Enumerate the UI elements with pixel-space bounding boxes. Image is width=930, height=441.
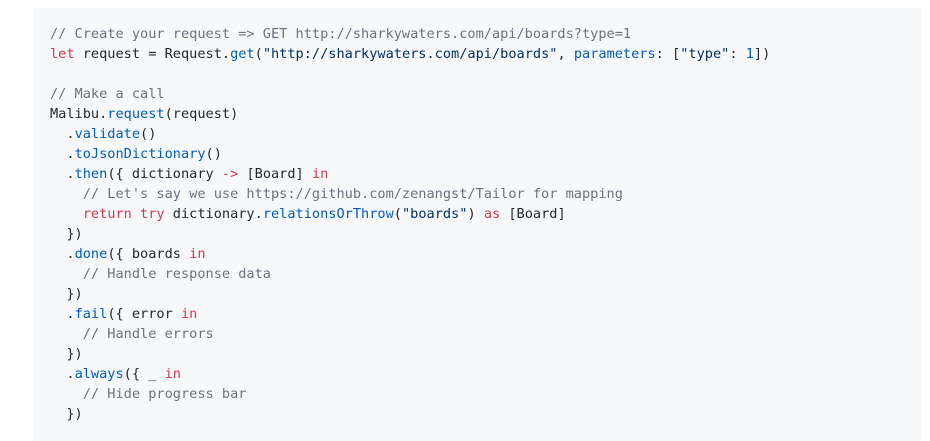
code-text: ({ dictionary (107, 166, 222, 182)
code-line: .toJsonDictionary() (50, 144, 922, 164)
code-text: () (205, 146, 222, 162)
code-text: Malibu. (50, 106, 108, 122)
code-comment: // Handle response data (82, 266, 271, 282)
code-function: 1 (745, 46, 754, 62)
code-line: .validate() (50, 124, 922, 144)
code-text: . (50, 126, 75, 142)
code-line: let request = Request.get("http://sharky… (50, 44, 922, 64)
code-keyword: -> (221, 166, 239, 182)
code-line: // Handle response data (50, 264, 922, 284)
code-text: request = Request. (74, 46, 231, 62)
code-function: request (107, 106, 165, 122)
code-keyword: in (164, 366, 181, 382)
code-line: }) (50, 404, 922, 424)
code-line: }) (50, 284, 922, 304)
code-keyword: in (180, 306, 198, 322)
code-text: dictionary. (164, 206, 263, 222)
code-line: .fail({ error in (50, 304, 922, 324)
code-string: "type" (680, 46, 730, 62)
code-function: fail (74, 306, 108, 322)
code-text: ( (254, 46, 263, 62)
code-line: .then({ dictionary -> [Board] in (50, 164, 922, 184)
code-text: . (50, 146, 75, 162)
code-line: return try dictionary.relationsOrThrow("… (50, 204, 922, 224)
code-text: () (140, 126, 157, 142)
code-function: validate (74, 126, 141, 142)
code-text: ) (467, 206, 484, 222)
code-keyword: return try (82, 206, 165, 222)
code-comment: // Handle errors (82, 326, 214, 342)
code-line: .always({ _ in (50, 364, 922, 384)
code-keyword: in (189, 246, 206, 262)
code-line: // Let's say we use https://github.com/z… (50, 184, 922, 204)
code-function: relationsOrThrow (262, 206, 394, 222)
code-line: // Make a call (50, 84, 922, 104)
code-text: , (557, 46, 574, 62)
code-function: then (74, 166, 108, 182)
code-text: }) (50, 286, 83, 302)
code-line: }) (50, 224, 922, 244)
code-text: ({ _ (123, 366, 165, 382)
code-function: parameters (573, 46, 656, 62)
code-text: : (729, 46, 746, 62)
code-comment: // Let's say we use https://github.com/z… (82, 186, 623, 202)
code-text: }) (50, 346, 83, 362)
code-text: . (50, 166, 75, 182)
code-function: always (74, 366, 124, 382)
code-text: : [ (655, 46, 681, 62)
code-text: (request) (164, 106, 239, 122)
code-content: // Create your request => GET http://sha… (50, 24, 922, 424)
code-text: ( (393, 206, 402, 222)
code-keyword: let (50, 46, 75, 62)
code-text: . (50, 366, 75, 382)
code-line: // Create your request => GET http://sha… (50, 24, 922, 44)
code-string: "http://sharkywaters.com/api/boards" (262, 46, 558, 62)
code-line: // Hide progress bar (50, 384, 922, 404)
code-text: . (50, 306, 75, 322)
code-keyword: as (483, 206, 501, 222)
code-line: // Handle errors (50, 324, 922, 344)
code-text: ({ boards (107, 246, 190, 262)
code-text: [Board] (500, 206, 566, 222)
code-text: ({ error (107, 306, 181, 322)
code-comment: // Make a call (50, 86, 165, 102)
code-function: toJsonDictionary (74, 146, 206, 162)
code-keyword: in (311, 166, 329, 182)
code-line: }) (50, 344, 922, 364)
code-line: .done({ boards in (50, 244, 922, 264)
code-block: // Create your request => GET http://sha… (34, 8, 922, 441)
code-text: [Board] (238, 166, 312, 182)
code-comment: // Hide progress bar (82, 386, 247, 402)
code-string: "boards" (401, 206, 468, 222)
code-comment: // Create your request => GET http://sha… (50, 26, 632, 42)
code-line: Malibu.request(request) (50, 104, 922, 124)
code-text: ]) (753, 46, 771, 62)
code-function: get (230, 46, 255, 62)
code-text: }) (50, 406, 83, 422)
code-text: . (50, 246, 75, 262)
code-function: done (74, 246, 108, 262)
code-text: }) (50, 226, 83, 242)
